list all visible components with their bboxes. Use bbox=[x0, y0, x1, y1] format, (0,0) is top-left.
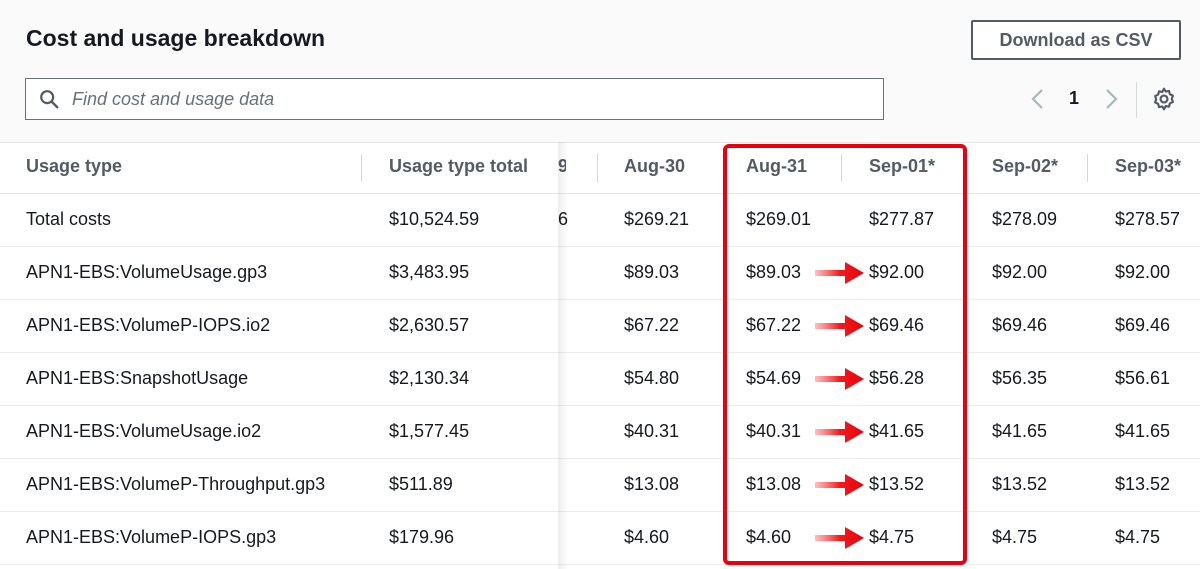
cell-sep-01: $56.28 bbox=[869, 368, 925, 388]
cell-sep-02: $278.09 bbox=[992, 209, 1058, 229]
divider bbox=[0, 193, 1200, 194]
cell-aug-30: $40.31 bbox=[624, 421, 680, 441]
cell-aug-30: $13.08 bbox=[624, 474, 680, 494]
column-header-usage-type-total[interactable]: Usage type total bbox=[389, 156, 528, 177]
cell-sep-03: $56.61 bbox=[1115, 368, 1171, 388]
cell-usage-type: APN1-EBS:VolumeP-IOPS.gp3 bbox=[26, 527, 277, 547]
cell-sep-03: $69.46 bbox=[1115, 315, 1171, 335]
divider bbox=[0, 564, 1200, 565]
column-resizer[interactable] bbox=[964, 154, 965, 182]
right-arrow-icon bbox=[815, 527, 864, 549]
cell-total: $2,630.57 bbox=[389, 315, 470, 335]
column-header-sep-02[interactable]: Sep-02* bbox=[992, 156, 1058, 177]
cell-usage-type: APN1-EBS:VolumeP-Throughput.gp3 bbox=[26, 474, 326, 494]
cell-sep-03: $13.52 bbox=[1115, 474, 1171, 494]
cell-sep-01: $4.75 bbox=[869, 527, 915, 547]
cell-aug-31: $4.60 bbox=[746, 527, 792, 547]
cell-total: $179.96 bbox=[389, 527, 455, 547]
cell-aug-30: $54.80 bbox=[624, 368, 680, 388]
divider bbox=[0, 405, 1200, 406]
page-number[interactable]: 1 bbox=[1069, 88, 1079, 109]
column-resizer[interactable] bbox=[597, 154, 598, 182]
cell-usage-type: APN1-EBS:SnapshotUsage bbox=[26, 368, 249, 388]
column-resizer[interactable] bbox=[1087, 154, 1088, 182]
cell-sep-02: $4.75 bbox=[992, 527, 1038, 547]
cell-aug-31: $269.01 bbox=[746, 209, 812, 229]
download-csv-button[interactable]: Download as CSV bbox=[971, 20, 1181, 60]
right-arrow-icon bbox=[815, 421, 864, 443]
page-title: Cost and usage breakdown bbox=[26, 25, 326, 51]
cell-sep-01: $69.46 bbox=[869, 315, 925, 335]
cell-aug-31: $13.08 bbox=[746, 474, 802, 494]
cell-sep-02: $41.65 bbox=[992, 421, 1048, 441]
divider bbox=[0, 142, 1200, 143]
column-header-aug-31[interactable]: Aug-31 bbox=[746, 156, 807, 177]
column-header-usage-type[interactable]: Usage type bbox=[26, 156, 122, 177]
chevron-left-icon[interactable] bbox=[1025, 86, 1051, 112]
cell-sep-02: $56.35 bbox=[992, 368, 1048, 388]
divider bbox=[0, 352, 1200, 353]
cell-aug-31: $89.03 bbox=[746, 262, 802, 282]
cell-aug-31: $67.22 bbox=[746, 315, 802, 335]
divider bbox=[1136, 82, 1137, 118]
cell-usage-type: APN1-EBS:VolumeP-IOPS.io2 bbox=[26, 315, 271, 335]
right-arrow-icon bbox=[815, 368, 864, 390]
cell-aug-30: $67.22 bbox=[624, 315, 680, 335]
cell-aug-30: $89.03 bbox=[624, 262, 680, 282]
chevron-right-icon[interactable] bbox=[1098, 86, 1124, 112]
cell-total: $2,130.34 bbox=[389, 368, 470, 388]
cell-sep-01: $92.00 bbox=[869, 262, 925, 282]
divider bbox=[0, 458, 1200, 459]
cell-sep-03: $92.00 bbox=[1115, 262, 1171, 282]
cell-usage-type: APN1-EBS:VolumeUsage.io2 bbox=[26, 421, 262, 441]
right-arrow-icon bbox=[815, 315, 864, 337]
cell-sep-02: $92.00 bbox=[992, 262, 1048, 282]
cell-aug-31: $54.69 bbox=[746, 368, 802, 388]
cell-total: $1,577.45 bbox=[389, 421, 470, 441]
search-icon bbox=[40, 90, 59, 109]
cell-aug-31: $40.31 bbox=[746, 421, 802, 441]
divider bbox=[0, 246, 1200, 247]
right-arrow-icon bbox=[815, 474, 864, 496]
cell-sep-01: $41.65 bbox=[869, 421, 925, 441]
gear-icon[interactable] bbox=[1151, 86, 1177, 112]
column-resizer[interactable] bbox=[361, 154, 362, 182]
cell-aug-30: $4.60 bbox=[624, 527, 670, 547]
cell-total: $3,483.95 bbox=[389, 262, 470, 282]
cell-sep-01: $277.87 bbox=[869, 209, 935, 229]
search-input[interactable] bbox=[70, 80, 883, 118]
right-arrow-icon bbox=[815, 262, 864, 284]
cell-sep-02: $69.46 bbox=[992, 315, 1048, 335]
cell-total: $511.89 bbox=[389, 474, 453, 494]
cell-sep-03: $41.65 bbox=[1115, 421, 1171, 441]
column-header-sep-01[interactable]: Sep-01* bbox=[869, 156, 935, 177]
column-header-aug-30[interactable]: Aug-30 bbox=[624, 156, 685, 177]
cell-sep-02: $13.52 bbox=[992, 474, 1048, 494]
cell-aug-30: $269.21 bbox=[624, 209, 690, 229]
divider bbox=[0, 511, 1200, 512]
cell-sep-03: $4.75 bbox=[1115, 527, 1161, 547]
cell-usage-type: APN1-EBS:VolumeUsage.gp3 bbox=[26, 262, 268, 282]
cell-total: $10,524.59 bbox=[389, 209, 480, 229]
cell-sep-01: $13.52 bbox=[869, 474, 925, 494]
cell-usage-type: Total costs bbox=[26, 209, 112, 229]
sticky-column-shadow bbox=[558, 142, 568, 569]
search-field[interactable] bbox=[25, 78, 884, 120]
cost-usage-table: Usage type Usage type total 9 Aug-30 Aug… bbox=[0, 142, 1200, 569]
column-header-sep-03[interactable]: Sep-03* bbox=[1115, 156, 1181, 177]
column-resizer[interactable] bbox=[841, 154, 842, 182]
cell-sep-03: $278.57 bbox=[1115, 209, 1181, 229]
divider bbox=[0, 299, 1200, 300]
